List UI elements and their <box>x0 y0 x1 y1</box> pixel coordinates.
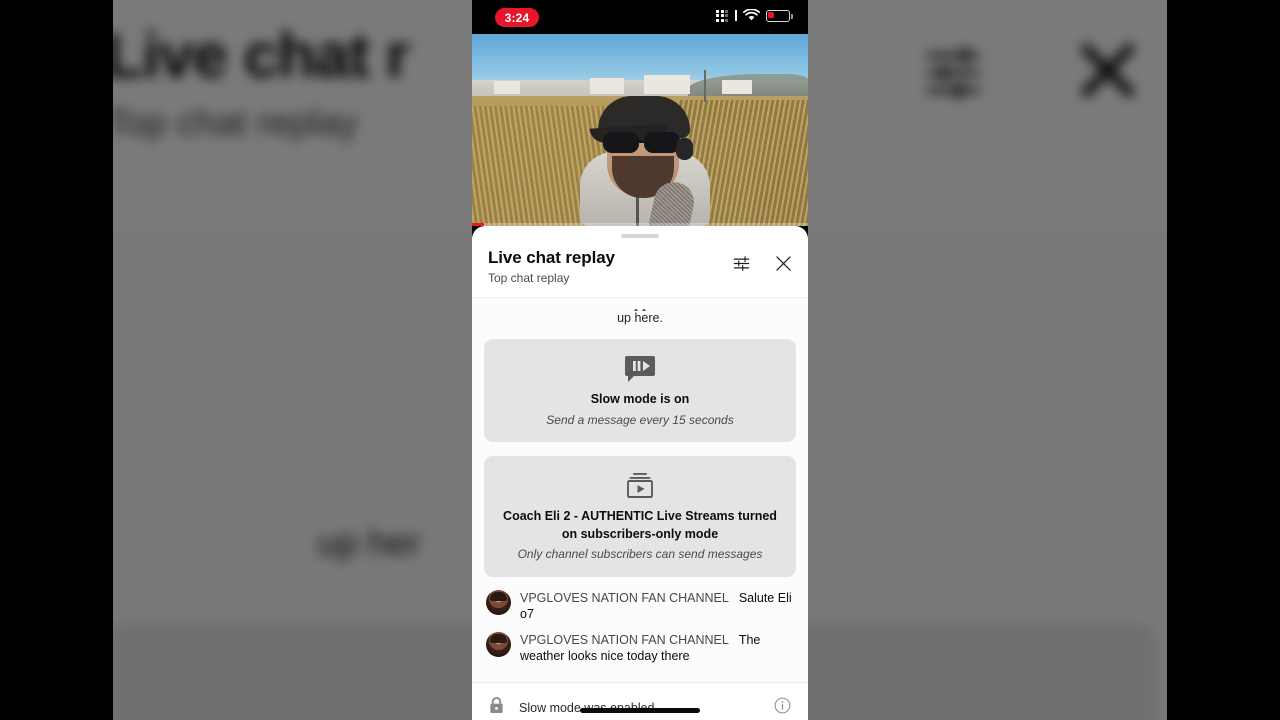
backdrop-sliders-icon <box>926 47 980 99</box>
subscribers-only-title: Coach Eli 2 - AUTHENTIC Live Streams tur… <box>503 508 777 541</box>
battery-low-icon <box>766 9 793 22</box>
video-player[interactable] <box>472 34 808 226</box>
truncated-message-cut: • • <box>633 304 647 311</box>
signal-bar-icon <box>735 10 737 21</box>
message-content: VPGLOVES NATION FAN CHANNEL The weather … <box>520 631 794 665</box>
phone-frame: 3:24 Live chat replay Top chat replay • … <box>472 0 808 720</box>
message-author[interactable]: VPGLOVES NATION FAN CHANNEL <box>520 591 728 605</box>
status-bar: 3:24 <box>472 0 808 34</box>
backdrop-close-icon: ✕ <box>1068 20 1148 126</box>
truncated-message: • • up here. <box>472 298 808 335</box>
backdrop-title: Live chat r <box>113 21 410 91</box>
truncated-message-text: up here. <box>617 311 663 325</box>
slow-mode-title: Slow mode is on <box>590 392 690 406</box>
subscriptions-icon <box>498 469 782 503</box>
slow-mode-card: Slow mode is on Send a message every 15 … <box>484 339 796 442</box>
chat-message-list: VPGLOVES NATION FAN CHANNEL Salute Eli o… <box>472 577 808 673</box>
signal-dots-icon <box>716 9 728 22</box>
building <box>494 81 520 94</box>
streamer-person <box>580 90 710 226</box>
headphone-earcup <box>676 138 693 160</box>
slow-mode-icon <box>498 352 782 386</box>
sunglasses <box>603 132 683 154</box>
status-bar-right <box>716 9 793 22</box>
sheet-header: Live chat replay Top chat replay <box>472 238 808 297</box>
avatar[interactable] <box>486 589 511 615</box>
subscribers-only-card: Coach Eli 2 - AUTHENTIC Live Streams tur… <box>484 455 796 577</box>
subscribers-only-description: Only channel subscribers can send messag… <box>517 547 763 562</box>
info-icon[interactable] <box>773 696 792 720</box>
sliders-icon[interactable] <box>730 252 752 274</box>
backdrop-fragment: up her <box>318 522 421 563</box>
hoodie-zipper <box>636 194 639 226</box>
wifi-icon <box>743 9 760 21</box>
backdrop-subtitle: Top chat replay <box>113 102 358 143</box>
screen-root: Live chat r Top chat replay ✕ up her Sen… <box>0 0 1280 720</box>
lock-icon <box>488 696 505 720</box>
list-item[interactable]: VPGLOVES NATION FAN CHANNEL The weather … <box>484 627 796 669</box>
message-author[interactable]: VPGLOVES NATION FAN CHANNEL <box>520 633 728 647</box>
header-actions <box>730 252 794 274</box>
close-icon[interactable] <box>772 252 794 274</box>
message-content: VPGLOVES NATION FAN CHANNEL Salute Eli o… <box>520 589 794 623</box>
live-chat-sheet: Live chat replay Top chat replay • • up … <box>472 226 808 720</box>
chat-scroll-area[interactable]: • • up here. Slow mode is on Send a mess… <box>472 298 808 682</box>
avatar[interactable] <box>486 631 511 657</box>
list-item[interactable]: VPGLOVES NATION FAN CHANNEL Salute Eli o… <box>484 585 796 627</box>
recording-time-pill: 3:24 <box>495 8 539 27</box>
chat-footer: Slow mode was enabled <box>472 682 808 720</box>
building <box>722 80 752 94</box>
home-indicator <box>580 708 700 713</box>
slow-mode-description: Send a message every 15 seconds <box>546 412 734 427</box>
